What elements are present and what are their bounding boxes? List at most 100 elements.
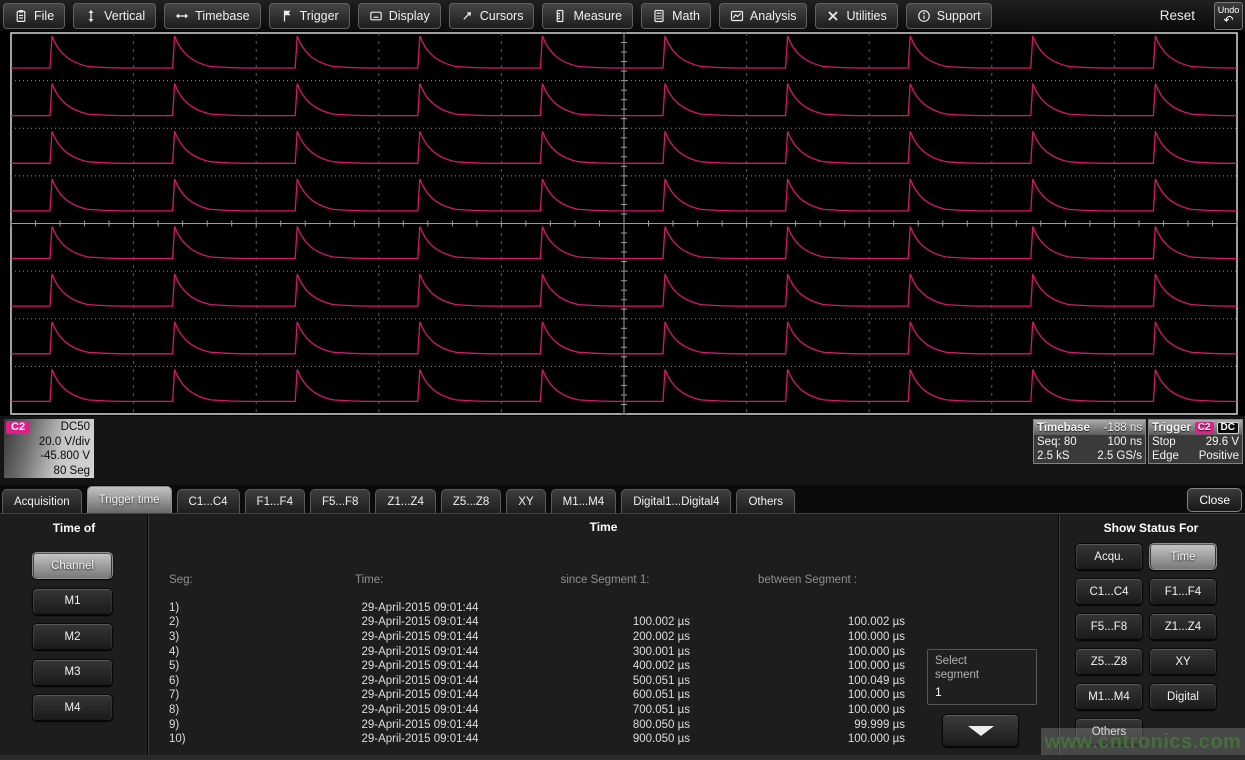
tab-xy[interactable]: XY [506,489,545,513]
table-row: 4)29-April-2015 09:01:44300.001 µs100.00… [150,645,915,660]
tab-f1-f4[interactable]: F1...F4 [245,489,305,513]
cell-time: 29-April-2015 09:01:44 [330,732,510,747]
menu-timebase-button[interactable]: Timebase [164,3,260,29]
cell-seg: 7) [150,688,330,703]
status-m1-m4-button[interactable]: M1...M4 [1075,683,1143,710]
timebase-seq: Seq: 80 [1037,435,1077,449]
status-xy-button[interactable]: XY [1149,648,1217,675]
cell-since: 500.051 µs [510,674,700,689]
menu-trigger-button[interactable]: Trigger [269,3,350,29]
trigger-time-panel: Time of Time Show Status For Channel M1 … [0,513,1245,755]
col-header-since: since Segment 1: [510,573,700,588]
channel-descriptor[interactable]: C2 DC50 20.0 V/div -45.800 V 80 Seg [4,419,94,478]
cell-seg: 2) [150,615,330,630]
cell-seg: 1) [150,601,330,616]
table-row: 5)29-April-2015 09:01:44400.002 µs100.00… [150,659,915,674]
col-header-seg: Seg: [150,573,330,588]
table-row: 6)29-April-2015 09:01:44500.051 µs100.04… [150,674,915,689]
select-segment-box[interactable]: Select segment 1 [927,649,1037,705]
menu-support-button[interactable]: Support [906,3,992,29]
time-section-title: Time [151,520,1056,534]
table-row: 9)29-April-2015 09:01:44800.050 µs99.999… [150,718,915,733]
reset-button[interactable]: Reset [1154,7,1206,24]
cell-between: 100.000 µs [700,688,915,703]
cell-since: 800.050 µs [510,718,700,733]
menu-label: Utilities [846,9,886,23]
chart-icon [730,9,744,23]
channel-offset: -45.800 V [4,449,90,464]
bottom-edge [0,755,1245,760]
table-row: 1)29-April-2015 09:01:44 [150,601,915,616]
show-status-buttons: Acqu. Time C1...C4 F1...F4 F5...F8 Z1...… [1075,543,1217,745]
trigger-flag-icon [280,9,294,23]
channel-segments: 80 Seg [4,464,90,479]
cell-since: 300.001 µs [510,645,700,660]
menu-file-button[interactable]: File [3,3,65,29]
cell-between: 100.000 µs [700,630,915,645]
menu-label: Math [672,9,700,23]
cell-seg: 6) [150,674,330,689]
timebase-delay: -188 ns [1104,422,1142,434]
menu-utilities-button[interactable]: Utilities [815,3,897,29]
vertical-arrows-icon [84,9,98,23]
menu-cursors-button[interactable]: Cursors [449,3,535,29]
table-row: 8)29-April-2015 09:01:44700.051 µs100.00… [150,703,915,718]
tools-icon [826,9,840,23]
tab-m1-m4[interactable]: M1...M4 [551,489,617,513]
menu-analysis-button[interactable]: Analysis [719,3,808,29]
select-segment-value[interactable]: 1 [928,685,1036,699]
menu-label: Vertical [104,9,145,23]
cell-between: 100.000 µs [700,703,915,718]
status-time-button[interactable]: Time [1149,543,1217,570]
trigger-kind: Edge [1152,449,1179,463]
menu-display-button[interactable]: Display [358,3,441,29]
tab-digital1-digital4[interactable]: Digital1...Digital4 [621,489,731,513]
trigger-descriptor[interactable]: Trigger C2 DC Stop 29.6 V Edge Positive [1148,419,1243,464]
status-f5-f8-button[interactable]: F5...F8 [1075,613,1143,640]
menu-label: File [34,9,54,23]
status-z5-z8-button[interactable]: Z5...Z8 [1075,648,1143,675]
tab-acquisition[interactable]: Acquisition [2,489,82,513]
file-icon [14,9,28,23]
descriptor-bar: C2 DC50 20.0 V/div -45.800 V 80 Seg Time… [0,416,1245,485]
tab-c1-c4[interactable]: C1...C4 [177,489,240,513]
tab-others[interactable]: Others [736,489,795,513]
tab-z1-z4[interactable]: Z1...Z4 [375,489,435,513]
menu-vertical-button[interactable]: Vertical [73,3,156,29]
waveform-display[interactable] [0,31,1245,416]
undo-button[interactable]: Undo ↶ [1214,2,1243,30]
trigger-source-badge: C2 [1195,422,1214,434]
trigger-title: Trigger [1152,422,1191,434]
status-digital-button[interactable]: Digital [1149,683,1217,710]
menu-math-button[interactable]: Math [641,3,711,29]
menu-label: Measure [573,9,622,23]
menu-measure-button[interactable]: Measure [542,3,633,29]
tab-trigger-time[interactable]: Trigger time [87,486,172,513]
cell-seg: 5) [150,659,330,674]
trigger-level: 29.6 V [1206,435,1239,449]
status-c1-c4-button[interactable]: C1...C4 [1075,578,1143,605]
close-button[interactable]: Close [1187,488,1242,512]
menu-label: Display [389,9,430,23]
status-acqu-button[interactable]: Acqu. [1075,543,1143,570]
segment-decrement-button[interactable] [942,714,1019,747]
table-row: 3)29-April-2015 09:01:44200.002 µs100.00… [150,630,915,645]
ruler-icon [553,9,567,23]
cell-seg: 10) [150,732,330,747]
status-f1-f4-button[interactable]: F1...F4 [1149,578,1217,605]
cell-since: 600.051 µs [510,688,700,703]
channel-vdiv: 20.0 V/div [4,435,90,450]
status-z1-z4-button[interactable]: Z1...Z4 [1149,613,1217,640]
menu-label: Cursors [480,9,524,23]
timebase-descriptor[interactable]: Timebase -188 ns Seq: 80 100 ns 2.5 kS 2… [1033,419,1146,464]
time-of-title: Time of [0,521,148,535]
cell-time: 29-April-2015 09:01:44 [330,703,510,718]
cell-seg: 3) [150,630,330,645]
menu-label: Timebase [195,9,249,23]
oscilloscope-app: { "menubar": { "items": [ {"label": "Fil… [0,0,1245,760]
trigger-slope: Positive [1199,449,1239,463]
tab-z5-z8[interactable]: Z5...Z8 [441,489,501,513]
tab-f5-f8[interactable]: F5...F8 [310,489,370,513]
down-arrow-icon [968,726,994,736]
menu-label: Support [937,9,981,23]
